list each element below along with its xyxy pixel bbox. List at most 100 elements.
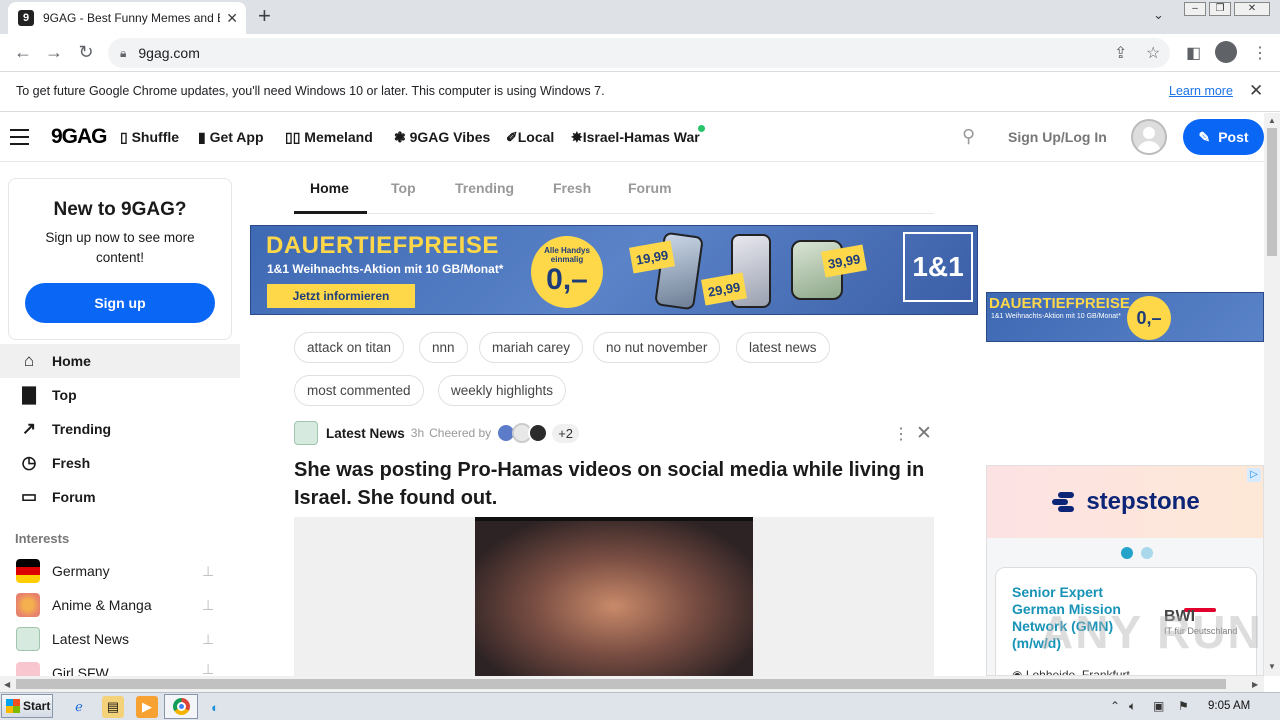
nav-shuffle[interactable]: ▯ Shuffle [120, 129, 179, 146]
post-more-options-icon[interactable]: ⋮ [893, 424, 909, 444]
interest-germany[interactable]: Germany ⊥ [0, 554, 230, 588]
media-player-icon[interactable]: ▶ [136, 696, 158, 718]
news-section-icon[interactable] [294, 421, 318, 445]
banner-cta-button[interactable]: Jetzt informieren [267, 284, 415, 308]
restore-window-icon[interactable]: ❐ [1209, 2, 1231, 16]
9gag-logo[interactable]: 9GAG [51, 125, 108, 149]
signup-login-link[interactable]: Sign Up/Log In [1008, 129, 1107, 145]
scroll-right-icon[interactable]: ▶ [1252, 680, 1258, 689]
profile-avatar-icon[interactable] [1215, 41, 1237, 63]
search-icon[interactable]: ⚲ [962, 126, 975, 147]
vertical-scroll-thumb[interactable] [1267, 128, 1277, 256]
pin-icon[interactable]: ⊥ [202, 563, 214, 580]
nav-memeland[interactable]: ▯▯ Memeland [285, 129, 373, 146]
taskbar-clock[interactable]: 9:05 AM [1208, 700, 1250, 712]
close-window-icon[interactable]: ✕ [1234, 2, 1270, 16]
mini-banner-subline: 1&1 Weihnachts-Aktion mit 10 GB/Monat* [991, 313, 1121, 320]
post-button[interactable]: ✎ Post [1183, 119, 1264, 155]
nav-israel-hamas-war[interactable]: ✸Israel-Hamas War [571, 129, 700, 146]
tray-expand-icon[interactable]: ⌃ [1110, 699, 1120, 713]
scroll-left-icon[interactable]: ◀ [4, 680, 10, 689]
tag-chip[interactable]: latest news [736, 332, 830, 363]
live-indicator-dot [698, 125, 705, 132]
ad-banner-small[interactable]: DAUERTIEFPREISE 1&1 Weihnachts-Aktion mi… [986, 292, 1264, 342]
interest-girl-sfw[interactable]: Girl SFW ⊥ [0, 656, 230, 676]
sidebar-item-trending[interactable]: ↗ Trending [0, 412, 240, 446]
sidebar-item-label: Trending [52, 421, 112, 437]
1und1-logo: 1&1 [903, 232, 973, 302]
pin-icon[interactable]: ⊥ [202, 631, 214, 648]
scroll-down-icon[interactable]: ▼ [1268, 662, 1276, 671]
file-explorer-icon[interactable]: ▤ [102, 696, 124, 718]
tab-fresh[interactable]: Fresh [553, 180, 591, 196]
post-meta: Latest News 3h Cheered by +2 [294, 421, 580, 445]
job-location: ◉ Lohheide, Frankfurt [1012, 668, 1130, 675]
stepstone-header: stepstone [987, 466, 1263, 538]
back-icon[interactable]: ← [12, 42, 34, 63]
scroll-up-icon[interactable]: ▲ [1268, 116, 1276, 125]
hamburger-menu-icon[interactable] [10, 129, 29, 150]
edge-icon[interactable]: ◐ [204, 696, 226, 718]
post-dismiss-icon[interactable]: ✕ [916, 422, 932, 445]
sidebar-item-fresh[interactable]: ◷ Fresh [0, 446, 240, 480]
tab-home[interactable]: Home [310, 180, 349, 196]
bookmark-star-icon[interactable]: ☆ [1146, 43, 1160, 63]
tab-top[interactable]: Top [391, 180, 416, 196]
forward-icon[interactable]: → [43, 42, 65, 63]
internet-explorer-icon[interactable]: ℯ [68, 696, 90, 718]
post-title[interactable]: She was posting Pro-Hamas videos on soci… [294, 456, 934, 512]
reload-icon[interactable]: ↻ [75, 42, 97, 63]
chrome-menu-icon[interactable]: ⋮ [1252, 43, 1268, 63]
flag-notification-icon[interactable]: ⚑ [1178, 699, 1189, 713]
tab-forum[interactable]: Forum [628, 180, 672, 196]
carousel-dot[interactable] [1141, 547, 1153, 559]
news-icon [16, 627, 40, 651]
tag-chip[interactable]: most commented [294, 375, 424, 406]
sidebar-item-forum[interactable]: ▭ Forum [0, 480, 240, 514]
carousel-dot-active[interactable] [1121, 547, 1133, 559]
nav-9gag-vibes[interactable]: ❃ 9GAG Vibes [394, 129, 490, 146]
learn-more-link[interactable]: Learn more [1169, 84, 1233, 98]
tag-chip[interactable]: mariah carey [479, 332, 584, 363]
share-icon[interactable]: ⇪ [1114, 43, 1127, 63]
cheered-by-label: Cheered by [429, 426, 492, 440]
tab-trending[interactable]: Trending [455, 180, 514, 196]
chrome-taskbar-button[interactable] [164, 694, 198, 719]
side-panel-icon[interactable]: ◧ [1186, 43, 1201, 63]
tab-search-chevron-icon[interactable]: ⌄ [1153, 7, 1164, 23]
tag-chip[interactable]: weekly highlights [438, 375, 567, 406]
post-video[interactable] [475, 517, 753, 676]
horizontal-scroll-thumb[interactable] [16, 679, 1226, 689]
sidebar-signup-button[interactable]: Sign up [25, 283, 215, 323]
user-avatar-icon[interactable] [1131, 119, 1167, 155]
start-button[interactable]: Start [1, 694, 53, 718]
nav-get-app[interactable]: ▮ Get App [198, 129, 264, 146]
close-infobar-icon[interactable]: ✕ [1249, 81, 1263, 101]
adchoices-icon[interactable]: ▷ [1247, 468, 1261, 482]
network-icon[interactable]: ▣ [1153, 699, 1164, 713]
url-text[interactable]: 9gag.com [138, 45, 199, 61]
browser-tab[interactable]: 9 9GAG - Best Funny Memes and Breaking N… [8, 2, 246, 34]
interest-latest-news[interactable]: Latest News ⊥ [0, 622, 230, 656]
pin-icon[interactable]: ⊥ [202, 597, 214, 614]
tag-chip[interactable]: nnn [419, 332, 468, 363]
sidebar-item-label: Forum [52, 489, 96, 505]
chrome-icon [173, 698, 190, 715]
sidebar-item-top[interactable]: ▇ Top [0, 378, 240, 412]
sidebar-item-home[interactable]: ⌂ Home [0, 344, 240, 378]
volume-icon[interactable]: 🔈︎ [1129, 699, 1136, 714]
minimize-window-icon[interactable]: – [1184, 2, 1206, 16]
address-bar[interactable]: 🔒︎ 9gag.com [108, 38, 1170, 68]
post-media[interactable] [294, 517, 934, 676]
lock-icon[interactable]: 🔒︎ [120, 46, 126, 61]
tag-chip[interactable]: attack on titan [294, 332, 405, 363]
nav-local[interactable]: ✐Local [506, 129, 554, 146]
new-tab-icon[interactable]: + [258, 5, 271, 27]
ad-banner-1und1[interactable]: DAUERTIEFPREISE 1&1 Weihnachts-Aktion mi… [250, 225, 978, 315]
tag-chip[interactable]: no nut november [593, 332, 721, 363]
post-section-link[interactable]: Latest News [326, 426, 405, 441]
cheer-avatars[interactable]: +2 [496, 423, 580, 443]
close-tab-icon[interactable]: ✕ [226, 10, 238, 27]
pin-icon[interactable]: ⊥ [202, 661, 214, 676]
interest-anime-manga[interactable]: Anime & Manga ⊥ [0, 588, 230, 622]
